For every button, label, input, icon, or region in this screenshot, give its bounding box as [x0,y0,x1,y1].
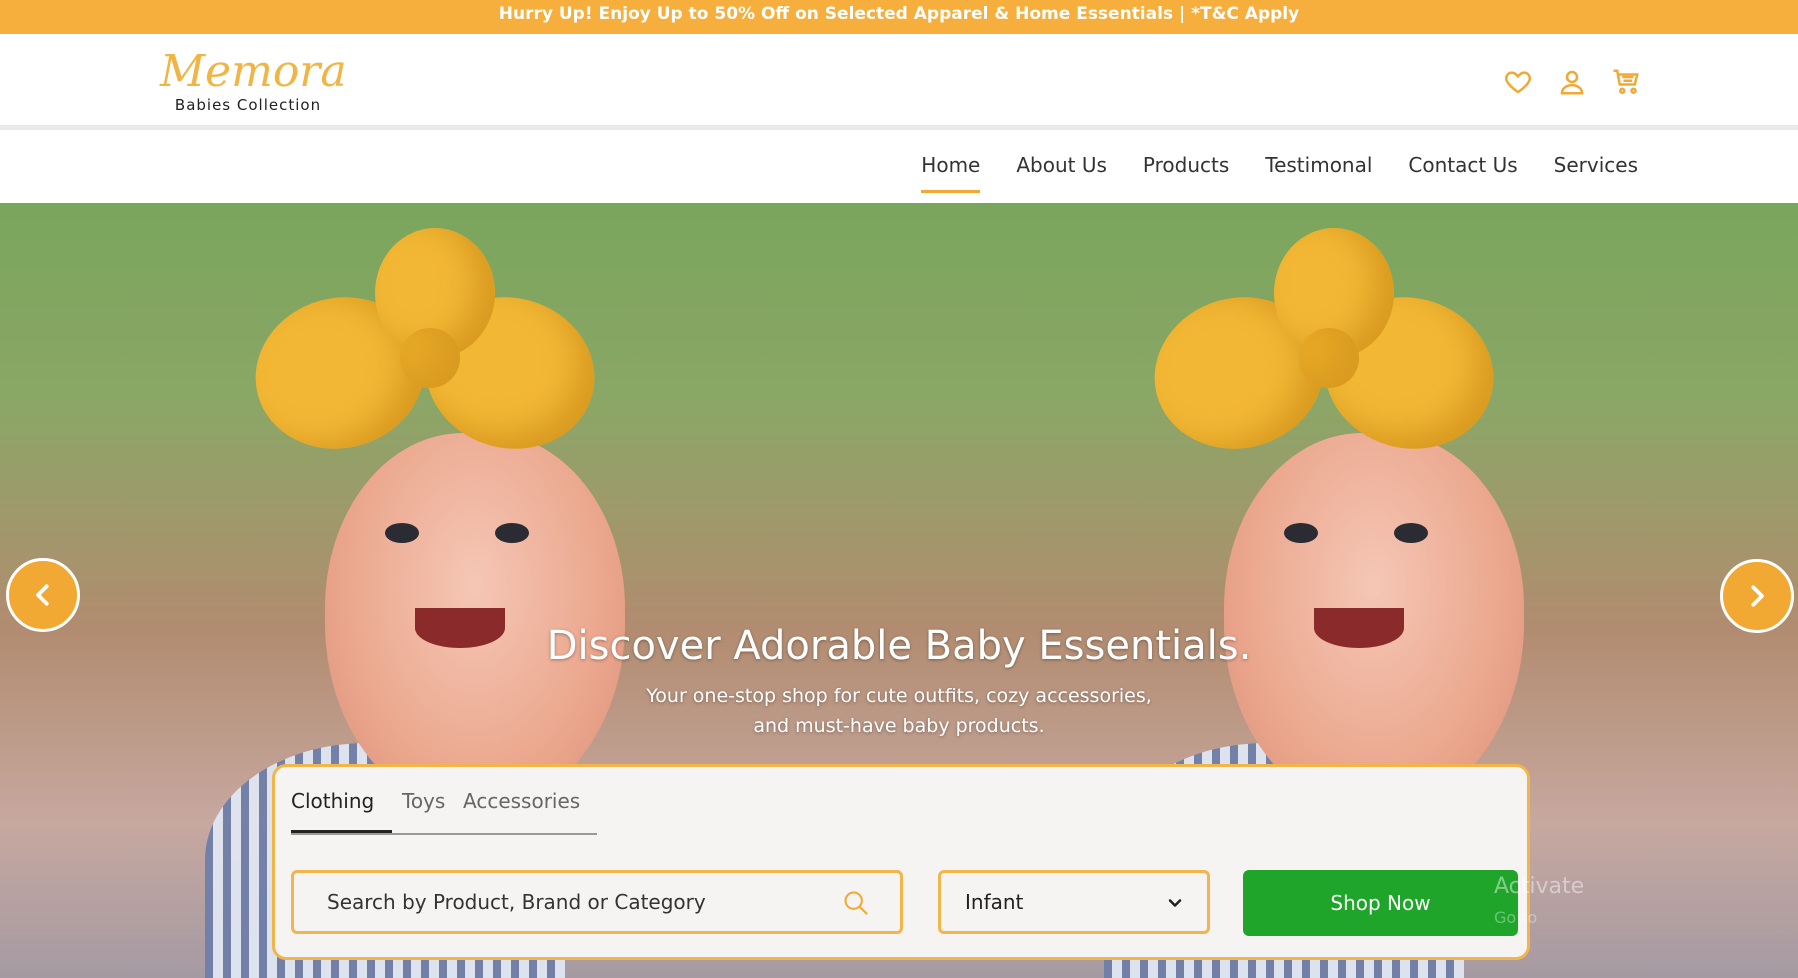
os-watermark: Activate [1494,874,1585,899]
promo-banner: Hurry Up! Enjoy Up to 50% Off on Selecte… [0,0,1798,34]
shop-now-button[interactable]: Shop Now [1243,870,1518,936]
header-actions [1500,64,1650,100]
baby-eye [1394,523,1428,543]
chevron-down-icon [1168,899,1182,907]
chevron-right-icon [1751,585,1764,607]
nav-item-products[interactable]: Products [1143,153,1229,193]
tab-accessories[interactable]: Accessories [463,789,580,813]
chevron-left-icon [36,584,49,606]
baby-eye [1284,523,1318,543]
os-watermark-sub: Go to [1494,908,1538,927]
carousel-next-button[interactable] [1720,559,1794,633]
search-panel: Clothing Toys Accessories Infant Shop No… [272,764,1530,960]
nav-item-about-us[interactable]: About Us [1016,153,1107,193]
account-button[interactable] [1554,64,1590,100]
nav-item-home[interactable]: Home [921,153,981,193]
nav-item-services[interactable]: Services [1554,153,1638,193]
brand-name: Memora [160,46,347,97]
nav-item-contact-us[interactable]: Contact Us [1408,153,1517,193]
promo-text: Hurry Up! Enjoy Up to 50% Off on Selecte… [498,4,1300,24]
baby-eye [385,523,419,543]
baby-bow [1137,228,1511,468]
hero-subtitle-line-1: Your one-stop shop for cute outfits, coz… [646,685,1152,707]
carousel-prev-button[interactable] [6,558,80,632]
site-header: Memora Babies Collection [0,34,1798,130]
tab-clothing[interactable]: Clothing [291,789,374,813]
hero-subtitle: Your one-stop shop for cute outfits, coz… [0,681,1798,741]
hero-subtitle-line-2: and must-have baby products. [753,715,1045,737]
nav-item-testimonal[interactable]: Testimonal [1265,153,1372,193]
cart-icon [1613,69,1639,94]
age-select-value: Infant [965,890,1024,914]
brand-logo[interactable]: Memora Babies Collection [160,46,347,115]
search-field[interactable] [291,870,903,934]
baby-bow [238,228,612,468]
baby-eye [495,523,529,543]
active-tab-indicator [291,830,392,833]
search-input[interactable] [327,887,827,917]
tab-toys[interactable]: Toys [402,789,445,813]
search-icon[interactable] [842,889,870,917]
age-select[interactable]: Infant [938,870,1210,934]
brand-tagline: Babies Collection [174,96,322,114]
category-tabs: Clothing Toys Accessories [291,789,597,835]
cart-button[interactable] [1608,64,1644,100]
heart-icon [1505,71,1531,94]
main-nav: Home About Us Products Testimonal Contac… [0,135,1798,203]
user-icon [1560,70,1584,95]
wishlist-button[interactable] [1500,64,1536,100]
hero-title: Discover Adorable Baby Essentials. [546,623,1252,669]
